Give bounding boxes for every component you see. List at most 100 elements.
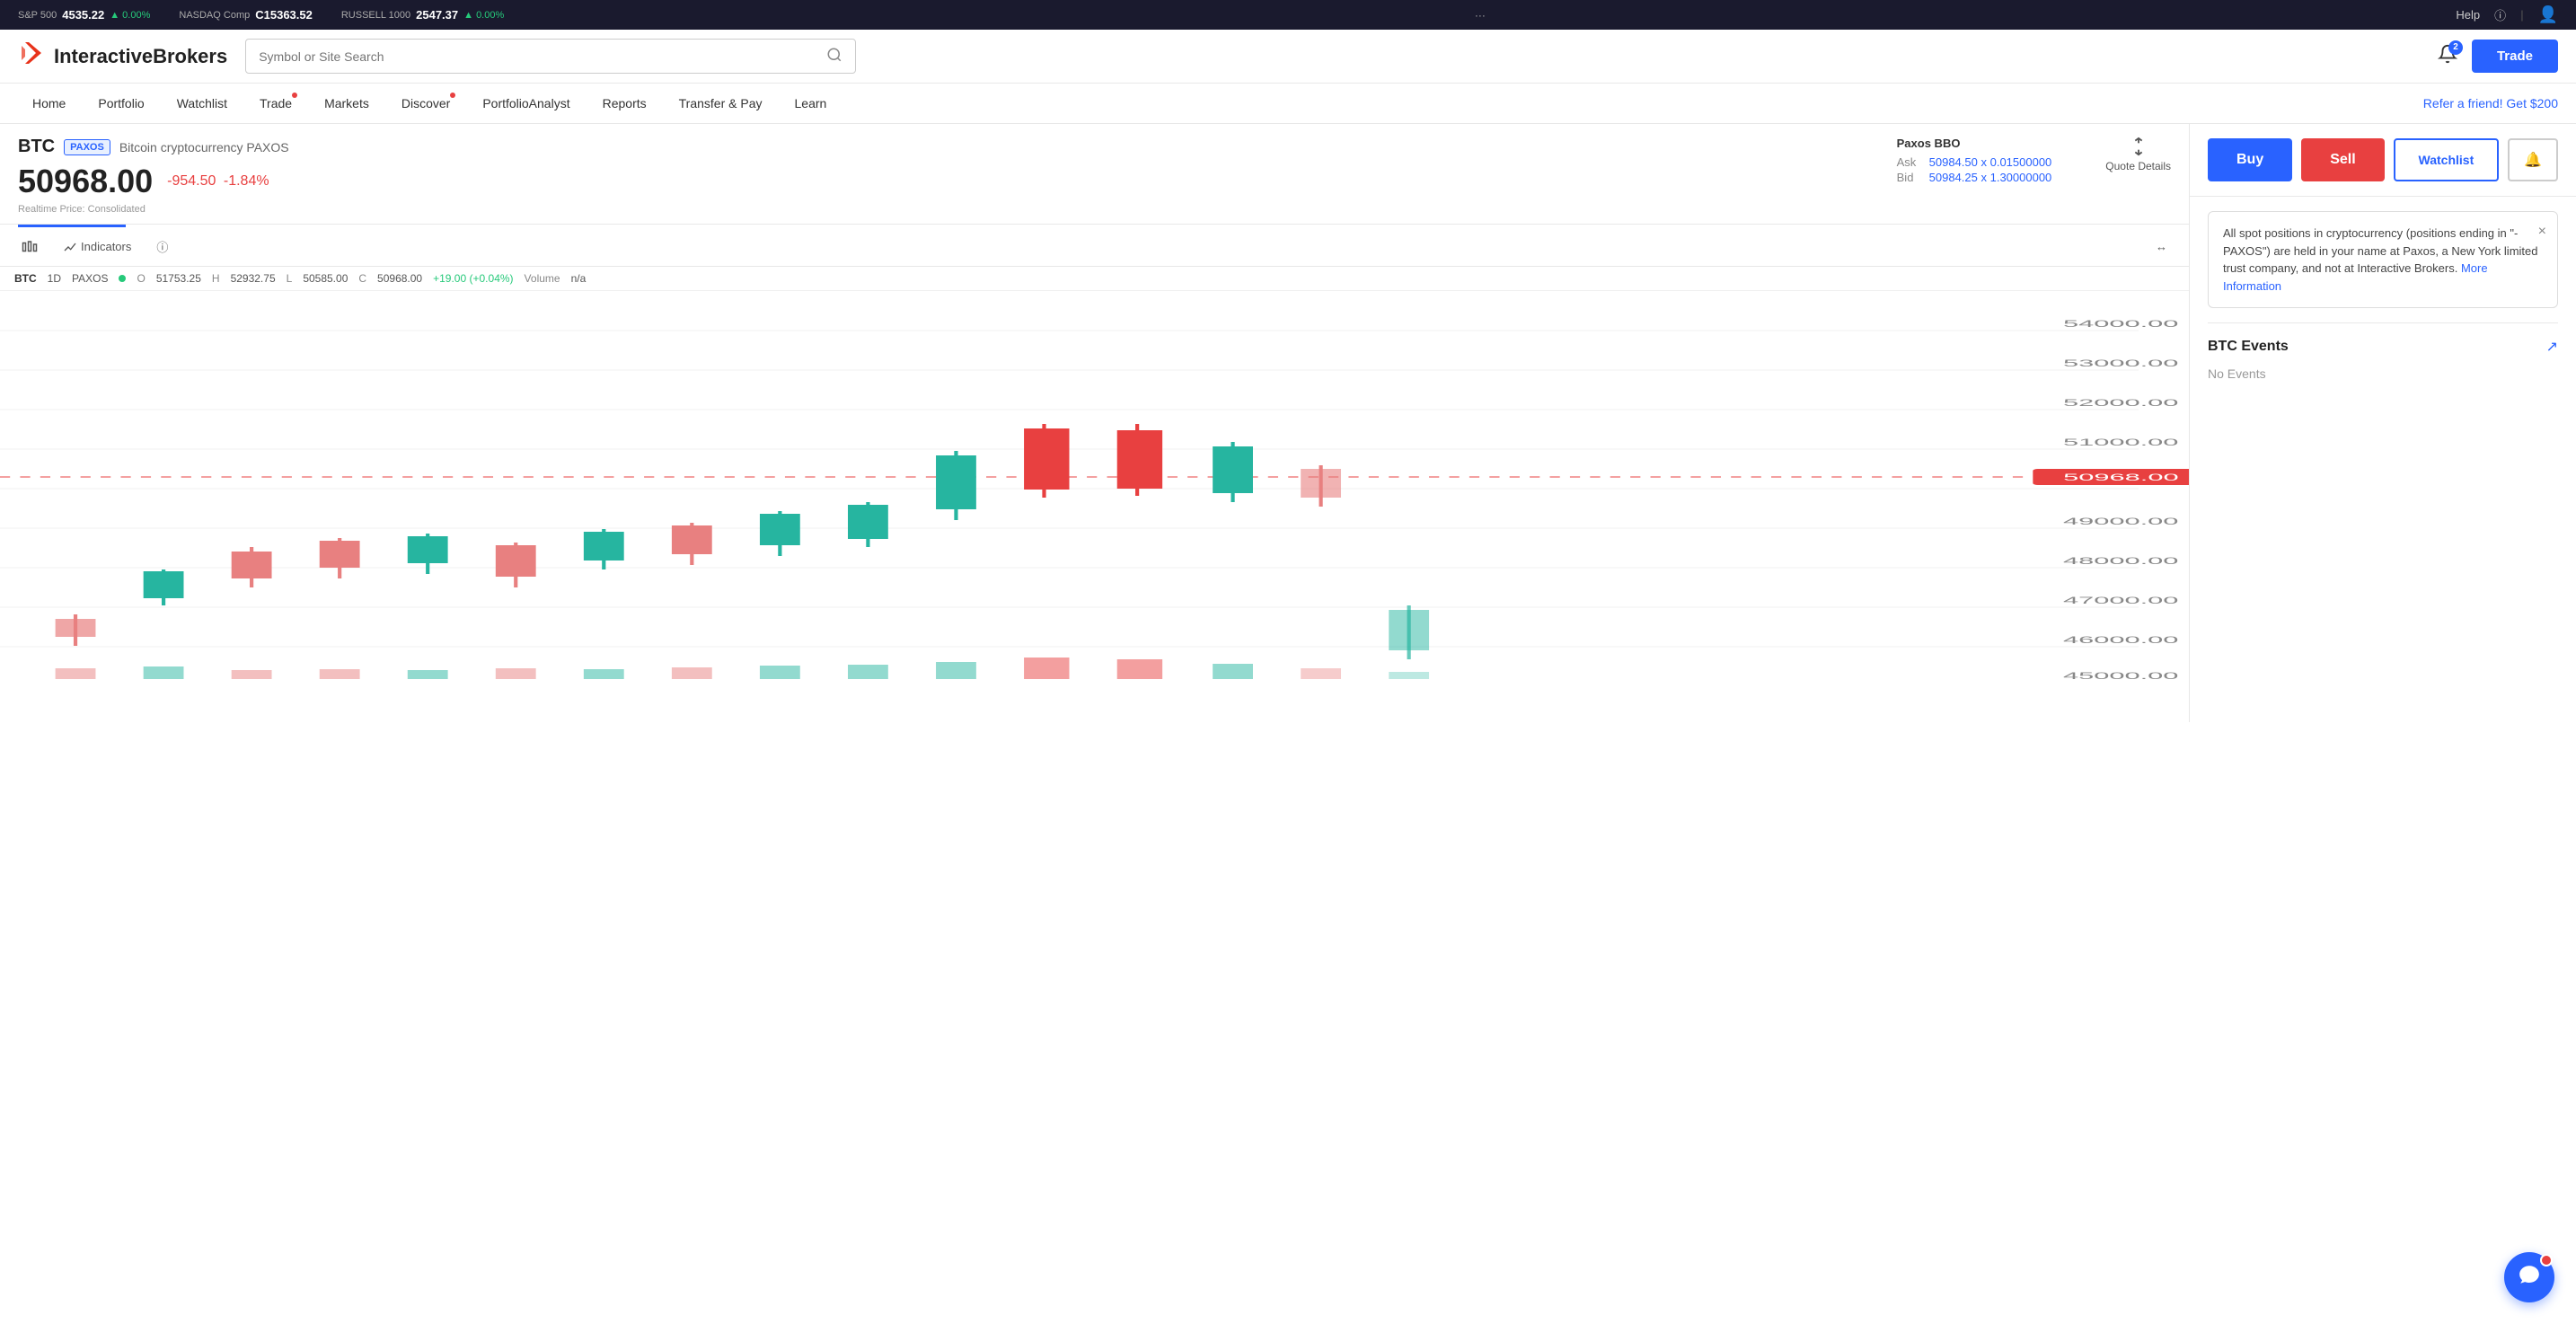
chart-change: +19.00 (+0.04%) [433, 272, 513, 285]
logo-text: InteractiveBrokers [54, 45, 227, 68]
logo-text-light: Interactive [54, 45, 153, 67]
nav-item-watchlist[interactable]: Watchlist [163, 84, 242, 123]
more-information-link[interactable]: More Information [2223, 261, 2488, 293]
chart-low-label: L [287, 272, 293, 285]
indicators-label: Indicators [81, 240, 131, 253]
ticker-sp500: S&P 500 4535.22 ▲ 0.00% [18, 8, 150, 22]
expand-icon: ↔ [2156, 240, 2167, 253]
chart-symbol: BTC [14, 272, 37, 285]
chart-volume-label: Volume [525, 272, 560, 285]
alert-button[interactable]: 🔔 [2508, 138, 2558, 181]
nav-item-transfer[interactable]: Transfer & Pay [665, 84, 777, 123]
ask-bid-section: Paxos BBO Ask 50984.50 x 0.01500000 Bid … [1897, 137, 2052, 186]
ask-price: 50984.50 x 0.01500000 [1929, 155, 2052, 169]
ticker-right: Help ⓘ | 👤 [2456, 5, 2558, 24]
ask-label: Ask [1897, 155, 1922, 169]
watchlist-button[interactable]: Watchlist [2394, 138, 2499, 181]
stock-title-row: BTC PAXOS Bitcoin cryptocurrency PAXOS [18, 137, 289, 157]
ticker-russell-value: 2547.37 [416, 8, 458, 22]
info-icon: ⓘ [156, 238, 168, 255]
chart-open: 51753.25 [156, 272, 201, 285]
ticker-nasdaq: NASDAQ Comp C15363.52 [179, 8, 312, 22]
svg-text:48000.00: 48000.00 [2063, 555, 2178, 566]
notification-button[interactable]: 2 [2438, 44, 2457, 69]
ticker-more-dots[interactable]: ··· [1475, 9, 1486, 22]
nav-refer-link[interactable]: Refer a friend! Get $200 [2423, 96, 2558, 110]
right-panel: Buy Sell Watchlist 🔔 All spot positions … [2190, 124, 2576, 722]
search-input[interactable] [259, 49, 819, 64]
trade-button[interactable]: Trade [2472, 40, 2558, 73]
ticker-sp500-value: 4535.22 [62, 8, 104, 22]
chart-high-label: H [212, 272, 220, 285]
logo-icon [18, 39, 47, 74]
stock-price: 50968.00 [18, 163, 153, 200]
chat-icon [2518, 1263, 2541, 1293]
candlestick-chart: 54000.00 53000.00 52000.00 51000.00 5000… [0, 291, 2189, 686]
stock-description: Bitcoin cryptocurrency PAXOS [119, 140, 289, 154]
nav-item-discover[interactable]: Discover [387, 84, 464, 123]
chart-volume: n/a [571, 272, 587, 285]
chart-controls: Indicators ⓘ ↔ [0, 227, 2189, 267]
nav-item-markets[interactable]: Markets [310, 84, 384, 123]
chart-type-btn[interactable] [14, 235, 45, 259]
search-icon [826, 47, 842, 66]
chart-low: 50585.00 [303, 272, 348, 285]
header-right: 2 Trade [2438, 40, 2558, 73]
help-text[interactable]: Help [2456, 8, 2480, 22]
info-btn[interactable]: ⓘ [149, 234, 175, 259]
nav-item-trade[interactable]: Trade [245, 84, 306, 123]
search-bar[interactable] [245, 39, 856, 74]
no-events-label: No Events [2208, 366, 2266, 381]
btc-events-header: BTC Events ↗ [2208, 338, 2558, 356]
expand-btn[interactable]: ↔ [2148, 236, 2175, 257]
chart-container[interactable]: 54000.00 53000.00 52000.00 51000.00 5000… [0, 291, 2189, 722]
trade-buttons: Buy Sell Watchlist 🔔 [2190, 124, 2576, 197]
svg-text:46000.00: 46000.00 [2063, 634, 2178, 645]
ticker-nasdaq-label: NASDAQ Comp [179, 10, 250, 21]
logo[interactable]: InteractiveBrokers [18, 39, 227, 74]
info-banner-close-button[interactable]: × [2538, 221, 2546, 243]
notification-badge: 2 [2448, 40, 2463, 55]
nav-item-home[interactable]: Home [18, 84, 80, 123]
buy-button[interactable]: Buy [2208, 138, 2292, 181]
svg-text:51000.00: 51000.00 [2063, 437, 2178, 447]
help-circle-icon[interactable]: ⓘ [2494, 6, 2506, 23]
svg-text:53000.00: 53000.00 [2063, 357, 2178, 368]
svg-text:45000.00: 45000.00 [2063, 670, 2178, 681]
ticker-sp500-change: ▲ 0.00% [110, 10, 150, 21]
chat-bubble-button[interactable] [2504, 1252, 2554, 1302]
nav-item-portfolio[interactable]: Portfolio [84, 84, 158, 123]
quote-details-button[interactable]: Quote Details [2105, 137, 2171, 172]
btc-events-section: BTC Events ↗ No Events [2190, 323, 2576, 395]
stock-header: BTC PAXOS Bitcoin cryptocurrency PAXOS 5… [0, 124, 2189, 225]
discover-dot [450, 93, 455, 98]
chart-info-row: BTC 1D PAXOS O 51753.25 H 52932.75 L 505… [0, 267, 2189, 291]
nav-item-reports[interactable]: Reports [588, 84, 661, 123]
nav-item-learn[interactable]: Learn [781, 84, 842, 123]
main-content: BTC PAXOS Bitcoin cryptocurrency PAXOS 5… [0, 124, 2576, 722]
ticker-russell: RUSSELL 1000 2547.37 ▲ 0.00% [341, 8, 504, 22]
ticker-russell-label: RUSSELL 1000 [341, 10, 410, 21]
chart-interval: 1D [48, 272, 61, 285]
svg-text:49000.00: 49000.00 [2063, 516, 2178, 526]
btc-events-link[interactable]: ↗ [2546, 338, 2558, 356]
stock-symbol: BTC [18, 137, 55, 157]
user-icon[interactable]: 👤 [2538, 5, 2558, 24]
header: InteractiveBrokers 2 Trade [0, 30, 2576, 84]
chart-open-label: O [137, 272, 145, 285]
indicators-btn[interactable]: Indicators [56, 236, 138, 258]
sell-button[interactable]: Sell [2301, 138, 2384, 181]
bid-price: 50984.25 x 1.30000000 [1929, 171, 2052, 184]
ticker-russell-change: ▲ 0.00% [463, 10, 504, 21]
stock-change: -954.50 -1.84% [167, 173, 269, 190]
btc-events-title: BTC Events [2208, 339, 2289, 355]
ticker-nasdaq-value: C15363.52 [255, 8, 313, 22]
nav: Home Portfolio Watchlist Trade Markets D… [0, 84, 2576, 124]
ticker-sp500-label: S&P 500 [18, 10, 57, 21]
chart-close-label: C [358, 272, 366, 285]
svg-text:52000.00: 52000.00 [2063, 397, 2178, 408]
ask-row: Ask 50984.50 x 0.01500000 [1897, 155, 2052, 169]
ticker-bar: S&P 500 4535.22 ▲ 0.00% NASDAQ Comp C153… [0, 0, 2576, 30]
divider-line: | [2520, 8, 2523, 22]
nav-item-portfolioanalyst[interactable]: PortfolioAnalyst [468, 84, 584, 123]
